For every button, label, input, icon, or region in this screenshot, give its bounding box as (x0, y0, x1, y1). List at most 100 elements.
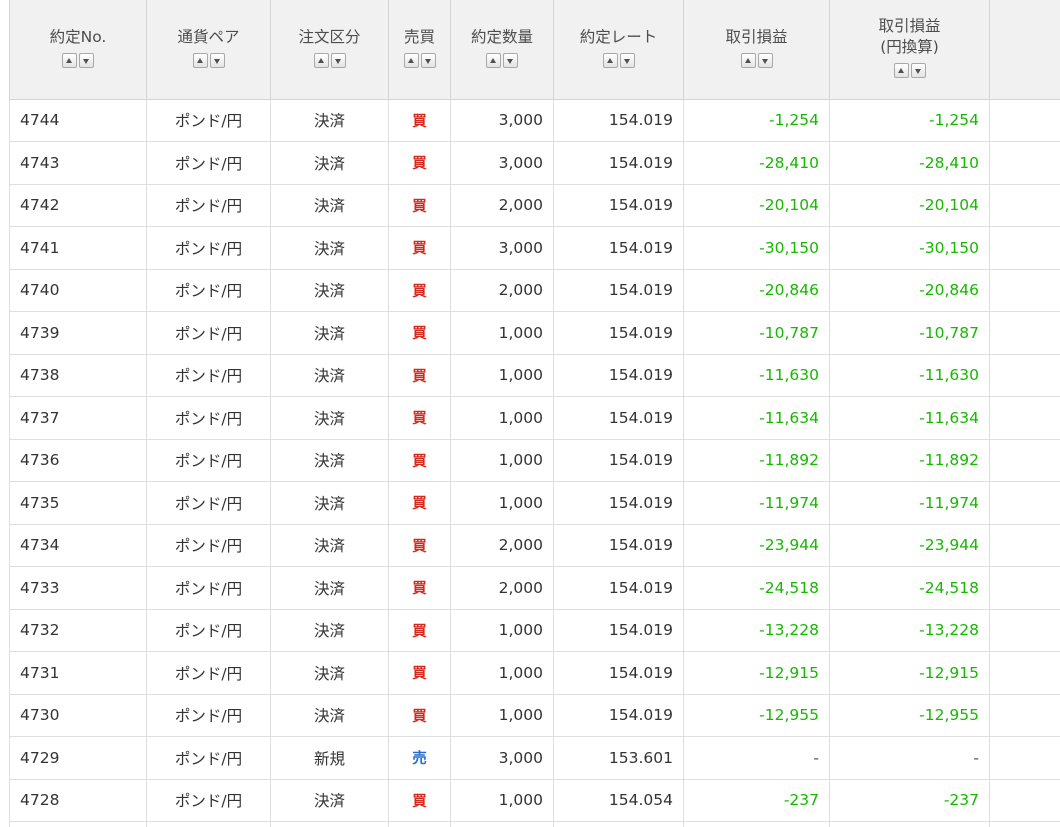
cell-overflow (989, 438, 1060, 482)
cell-qty: 2,000 (450, 268, 554, 312)
cell-empty (388, 821, 451, 827)
cell-plj: -1,254 (829, 98, 990, 142)
sort-ascending-button[interactable] (192, 52, 208, 68)
cell-overflow (989, 311, 1060, 355)
table-row: 4739 ポンド/円 決済買 1,000 154.019 -10,787 -10,787 (9, 311, 1060, 355)
cell-plj: -12,915 (829, 651, 990, 695)
sort-controls (486, 52, 518, 68)
cell-pair: ポンド/円 (146, 523, 271, 567)
table-row: 4734 ポンド/円 決済買 2,000 154.019 -23,944 -23,944 (9, 523, 1060, 567)
cell-pl: -11,634 (683, 396, 830, 440)
triangle-down-icon (213, 58, 220, 64)
cell-no: 4740 (9, 268, 147, 312)
cell-pair: ポンド/円 (146, 226, 271, 270)
cell-type: 決済 (270, 438, 389, 482)
cell-pl: -30,150 (683, 226, 830, 270)
triangle-down-icon (424, 58, 431, 64)
sort-ascending-button[interactable] (486, 52, 501, 68)
cell-qty: 2,000 (450, 566, 554, 610)
table-row: 4732 ポンド/円 決済買 1,000 154.019 -13,228 -13,228 (9, 608, 1060, 652)
cell-rate: 154.019 (553, 481, 684, 525)
sort-ascending-button[interactable] (313, 52, 329, 68)
cell-qty: 3,000 (450, 141, 554, 185)
cell-pl: -1,254 (683, 98, 830, 142)
triangle-up-icon (407, 57, 414, 63)
sort-controls (313, 52, 346, 68)
cell-empty (829, 821, 990, 827)
cell-side: 買 (388, 523, 451, 567)
triangle-down-icon (914, 69, 921, 75)
cell-rate: 154.019 (553, 608, 684, 652)
cell-pl: -12,915 (683, 651, 830, 695)
cell-pl: -237 (683, 778, 830, 822)
column-header-qty: 約定数量 (450, 0, 554, 100)
table-body: 4744 ポンド/円 決済買 3,000 154.019 -1,254 -1,254 4743… (9, 98, 1060, 827)
cell-qty: 1,000 (450, 438, 554, 482)
sort-descending-button[interactable] (910, 63, 926, 79)
cell-pair: ポンド/円 (146, 396, 271, 440)
cell-qty: 1,000 (450, 311, 554, 355)
cell-plj: -23,944 (829, 523, 990, 567)
cell-side: 買 (388, 608, 451, 652)
cell-no: 4743 (9, 141, 147, 185)
cell-rate: 154.054 (553, 778, 684, 822)
cell-pl: -23,944 (683, 523, 830, 567)
cell-qty: 2,000 (450, 183, 554, 227)
cell-side: 売 (388, 736, 451, 780)
cell-plj: - (829, 736, 990, 780)
cell-qty: 2,000 (450, 523, 554, 567)
cell-empty (9, 821, 147, 827)
sort-descending-button[interactable] (757, 52, 773, 68)
cell-pair: ポンド/円 (146, 481, 271, 525)
cell-overflow (989, 353, 1060, 397)
cell-empty (146, 821, 271, 827)
cell-plj: -13,228 (829, 608, 990, 652)
cell-rate: 154.019 (553, 353, 684, 397)
cell-side: 買 (388, 396, 451, 440)
sort-controls (403, 52, 436, 68)
triangle-down-icon (623, 58, 630, 64)
table-row: 4742 ポンド/円 決済買 2,000 154.019 -20,104 -20,104 (9, 183, 1060, 227)
column-header-label: 約定No. (49, 27, 107, 46)
cell-no: 4733 (9, 566, 147, 610)
cell-pl: -12,955 (683, 693, 830, 737)
cell-rate: 154.019 (553, 311, 684, 355)
triangle-up-icon (317, 57, 324, 63)
cell-pl: -20,104 (683, 183, 830, 227)
cell-type: 決済 (270, 778, 389, 822)
cell-qty: 1,000 (450, 608, 554, 652)
sort-ascending-button[interactable] (403, 52, 419, 68)
table-row: 4743 ポンド/円 決済買 3,000 154.019 -28,410 -28,410 (9, 141, 1060, 185)
cell-type: 決済 (270, 353, 389, 397)
cell-empty (683, 821, 830, 827)
cell-rate: 154.019 (553, 651, 684, 695)
sort-descending-button[interactable] (330, 52, 346, 68)
cell-pair: ポンド/円 (146, 693, 271, 737)
sort-ascending-button[interactable] (602, 52, 618, 68)
table-header: 約定No. 通貨ペア 注文区分 売買 約定数量 約定レート 取引損益 取引損益 (円換算) (9, 0, 1060, 100)
sort-ascending-button[interactable] (740, 52, 756, 68)
table-row-partial (9, 821, 1060, 827)
sort-descending-button[interactable] (209, 52, 225, 68)
table-row: 4744 ポンド/円 決済買 3,000 154.019 -1,254 -1,254 (9, 98, 1060, 142)
cell-type: 決済 (270, 268, 389, 312)
sort-ascending-button[interactable] (62, 52, 77, 68)
column-header-label: 取引損益 (725, 27, 788, 46)
cell-pl: - (683, 736, 830, 780)
cell-type: 決済 (270, 481, 389, 525)
cell-qty: 1,000 (450, 778, 554, 822)
column-header-overflow (989, 0, 1060, 100)
sort-descending-button[interactable] (503, 52, 518, 68)
sort-ascending-button[interactable] (893, 63, 909, 79)
cell-pl: -28,410 (683, 141, 830, 185)
cell-rate: 154.019 (553, 566, 684, 610)
cell-overflow (989, 183, 1060, 227)
cell-plj: -11,974 (829, 481, 990, 525)
sort-descending-button[interactable] (619, 52, 635, 68)
cell-type: 決済 (270, 396, 389, 440)
cell-rate: 153.601 (553, 736, 684, 780)
cell-plj: -30,150 (829, 226, 990, 270)
sort-descending-button[interactable] (79, 52, 94, 68)
sort-descending-button[interactable] (420, 52, 436, 68)
cell-qty: 1,000 (450, 651, 554, 695)
